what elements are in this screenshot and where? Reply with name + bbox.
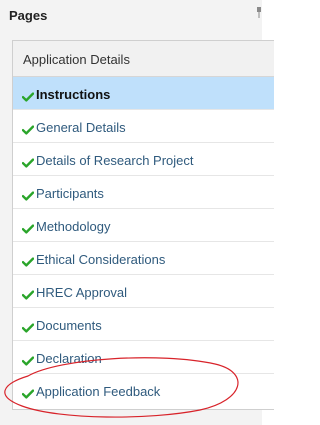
check-icon	[21, 122, 35, 135]
check-icon	[21, 221, 35, 234]
nav-section-header[interactable]: Application Details	[13, 41, 274, 77]
nav-item-instructions[interactable]: Instructions	[13, 77, 274, 110]
nav-item-declaration[interactable]: Declaration	[13, 341, 274, 374]
panel-title: Pages	[9, 8, 48, 23]
nav-item-documents[interactable]: Documents	[13, 308, 274, 341]
check-icon	[21, 188, 35, 201]
nav-item-ethical-considerations[interactable]: Ethical Considerations	[13, 242, 274, 275]
pages-panel: Pages Application Details Instructions G…	[0, 0, 274, 425]
nav-item-label: Details of Research Project	[36, 153, 194, 168]
check-icon	[21, 254, 35, 267]
nav-item-label: Methodology	[36, 219, 111, 234]
nav-item-label: Application Feedback	[36, 384, 161, 399]
nav-item-label: HREC Approval	[36, 285, 128, 300]
page-navigation: Application Details Instructions General…	[12, 40, 274, 410]
nav-item-participants[interactable]: Participants	[13, 176, 274, 209]
nav-item-general-details[interactable]: General Details	[13, 110, 274, 143]
check-icon	[21, 353, 35, 366]
check-icon	[21, 155, 35, 168]
pin-icon[interactable]	[256, 7, 262, 19]
check-icon	[21, 89, 35, 102]
nav-item-methodology[interactable]: Methodology	[13, 209, 274, 242]
nav-item-label: Documents	[36, 318, 102, 333]
nav-section-label: Application Details	[23, 52, 130, 67]
nav-item-label: Participants	[36, 186, 104, 201]
panel-header: Pages	[9, 3, 262, 31]
nav-item-label: Instructions	[36, 87, 111, 102]
check-icon	[21, 287, 35, 300]
nav-item-hrec-approval[interactable]: HREC Approval	[13, 275, 274, 308]
nav-item-label: Ethical Considerations	[36, 252, 166, 267]
check-icon	[21, 320, 35, 333]
nav-item-details-of-research-project[interactable]: Details of Research Project	[13, 143, 274, 176]
nav-item-label: General Details	[36, 120, 126, 135]
nav-item-application-feedback[interactable]: Application Feedback	[13, 374, 274, 407]
check-icon	[21, 386, 35, 399]
nav-item-label: Declaration	[36, 351, 102, 366]
